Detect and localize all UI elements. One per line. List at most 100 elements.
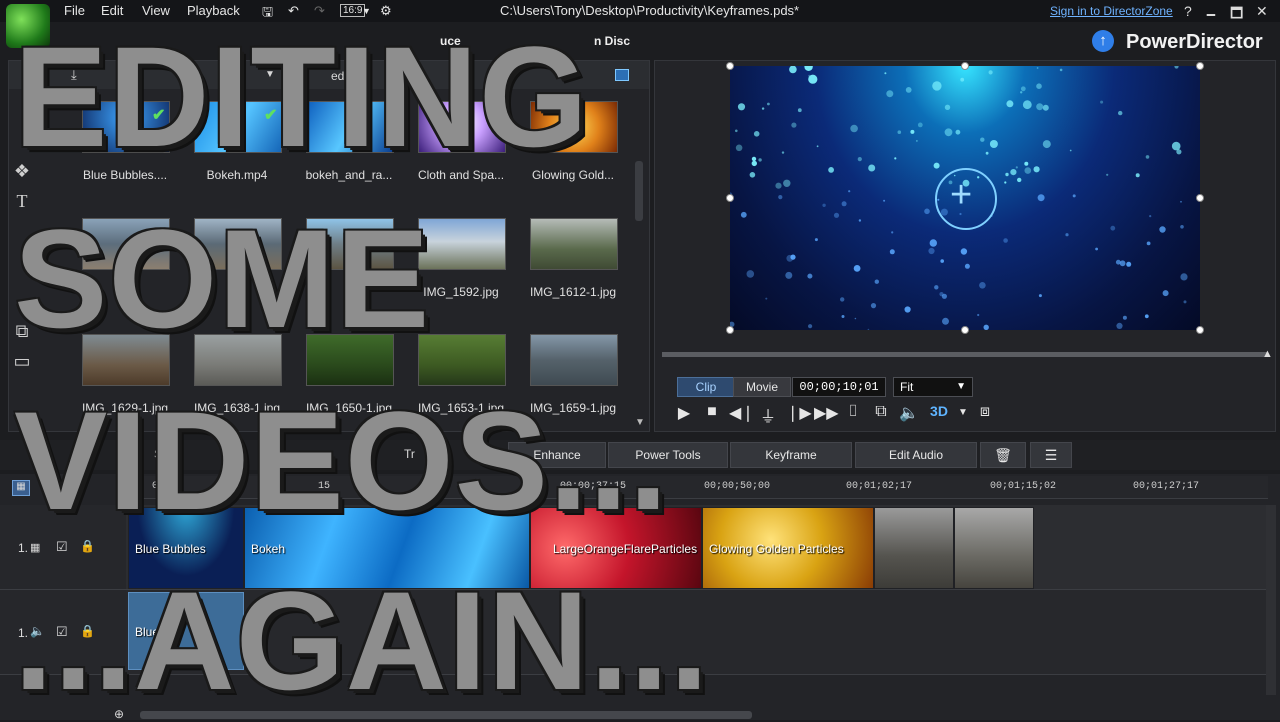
clip-mode-button[interactable]: Clip: [677, 377, 735, 397]
bubble: [1144, 314, 1149, 319]
split-icon[interactable]: ⏚: [757, 403, 779, 427]
stereo-3d-icon[interactable]: 3D: [928, 403, 950, 419]
bubble: [929, 239, 937, 247]
snapshot-camera-icon[interactable]: ⌷: [842, 403, 864, 421]
bubble: [985, 151, 989, 155]
resize-handle[interactable]: [961, 62, 969, 70]
anchor-plus-icon: +: [950, 174, 973, 216]
resize-handle[interactable]: [1196, 62, 1204, 70]
resize-handle[interactable]: [726, 326, 734, 334]
bubble: [751, 160, 757, 167]
media-thumbnail[interactable]: [530, 218, 618, 270]
video-clip-penguins[interactable]: [874, 507, 954, 589]
video-clip[interactable]: Glowing Golden Particles: [702, 507, 874, 589]
movie-mode-button[interactable]: Movie: [733, 377, 791, 397]
view-mode-icon[interactable]: [615, 69, 629, 81]
bubble: [1162, 290, 1169, 297]
bubble: [751, 156, 757, 162]
bubble: [761, 107, 765, 110]
stereo-dropdown-icon[interactable]: ▼: [952, 407, 974, 418]
timecode-display[interactable]: 00;00;10;01: [792, 377, 886, 397]
upgrade-arrow-icon[interactable]: ↑: [1092, 30, 1114, 52]
bubble: [1174, 66, 1179, 69]
fit-dropdown-icon[interactable]: ▼: [956, 378, 966, 396]
preview-quality-icon[interactable]: ⧉: [870, 403, 892, 421]
bubble: [1135, 173, 1140, 178]
next-frame-icon[interactable]: ❘▶: [786, 403, 812, 423]
play-icon[interactable]: ▶: [673, 403, 695, 423]
resize-handle[interactable]: [726, 62, 734, 70]
maximize-button[interactable]: 🗖: [1230, 3, 1243, 27]
help-button[interactable]: ?: [1184, 3, 1192, 19]
sign-in-link[interactable]: Sign in to DirectorZone: [1050, 4, 1173, 18]
delete-trash-icon[interactable]: 🗑: [980, 442, 1026, 468]
keyframe-button[interactable]: Keyframe: [730, 442, 852, 468]
media-thumbnail[interactable]: [418, 334, 506, 386]
resize-handle[interactable]: [1196, 326, 1204, 334]
bubble: [897, 130, 902, 134]
volume-icon[interactable]: 🔈: [898, 403, 920, 423]
resize-handle[interactable]: [1196, 194, 1204, 202]
stop-icon[interactable]: ■: [701, 403, 723, 421]
previous-frame-icon[interactable]: ◀❘: [729, 403, 755, 423]
media-thumbnail[interactable]: [418, 218, 506, 270]
close-button[interactable]: ✕: [1256, 3, 1268, 20]
bubble: [1006, 100, 1014, 108]
bubble: [1180, 225, 1184, 229]
bubble: [1020, 86, 1026, 92]
bubble: [1005, 172, 1009, 177]
bubble: [1072, 194, 1076, 198]
edit-audio-button[interactable]: Edit Audio: [855, 442, 977, 468]
playback-progress[interactable]: [662, 352, 1268, 357]
bubble: [960, 77, 965, 82]
fit-value: Fit: [900, 380, 914, 394]
bubble: [1017, 177, 1022, 183]
bubble: [781, 151, 785, 154]
bubble: [797, 108, 802, 113]
bubble: [1180, 200, 1182, 203]
progress-end-marker-icon[interactable]: ▲: [1262, 348, 1273, 360]
bubble: [989, 140, 998, 148]
bubble: [808, 324, 813, 329]
overlay-line-2: SOME: [14, 200, 431, 357]
bubble: [735, 144, 743, 152]
tab-create-disc[interactable]: n Disc: [594, 34, 630, 48]
bubble: [1022, 100, 1032, 110]
bubble: [867, 328, 870, 330]
resize-handle[interactable]: [961, 326, 969, 334]
bubble: [1122, 315, 1127, 320]
bubble: [1003, 238, 1008, 243]
video-clip-penguins[interactable]: [954, 507, 1034, 589]
bubble: [778, 195, 783, 200]
bubble: [883, 199, 886, 202]
bubble: [1183, 300, 1187, 304]
bubble: [783, 179, 791, 187]
bubble: [749, 172, 756, 178]
bubble: [740, 211, 747, 218]
bubble: [807, 273, 813, 279]
bubble: [1106, 173, 1109, 176]
bubble: [814, 238, 818, 242]
bubble: [854, 317, 857, 320]
bubble: [905, 87, 912, 93]
media-thumbnail[interactable]: [530, 334, 618, 386]
bubble: [977, 313, 980, 317]
fast-forward-icon[interactable]: ▶▶: [814, 403, 839, 423]
resize-handle[interactable]: [726, 194, 734, 202]
bubble: [928, 247, 935, 255]
more-menu-icon[interactable]: ☰: [1030, 442, 1072, 468]
minimize-button[interactable]: 🗕: [1206, 3, 1216, 27]
zoom-fit-select[interactable]: Fit ▼: [893, 377, 973, 397]
library-scrollbar[interactable]: [635, 161, 643, 221]
video-track-icon: ▦: [30, 542, 41, 554]
bubble: [785, 271, 793, 279]
bubble: [980, 137, 985, 142]
bubble: [1095, 247, 1098, 251]
bubble: [942, 317, 949, 325]
timeline-vertical-scrollbar[interactable]: [1266, 505, 1276, 695]
bubble: [1149, 215, 1152, 218]
bubble: [891, 231, 894, 234]
undock-preview-icon[interactable]: ⧈: [974, 403, 996, 421]
bubble: [917, 122, 923, 128]
ruler-tick: 00;01;27;17: [1133, 481, 1200, 492]
